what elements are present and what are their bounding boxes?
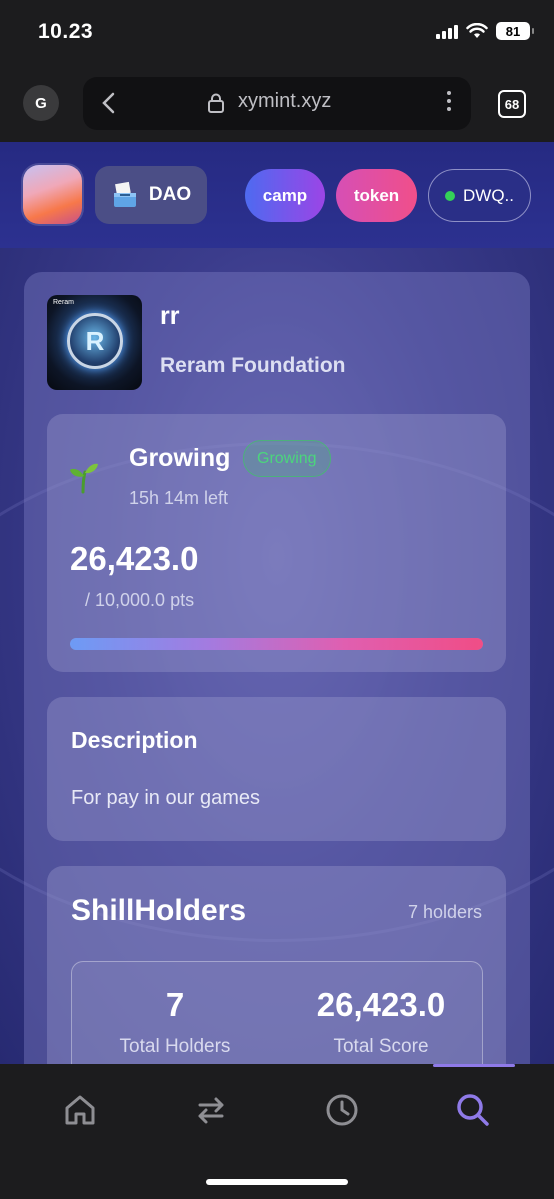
- account-avatar[interactable]: G: [23, 85, 59, 121]
- wallet-address: DWQ..: [463, 185, 514, 205]
- lock-icon: [208, 93, 224, 113]
- token-image-emblem: R: [67, 313, 123, 369]
- nav-history[interactable]: [320, 1088, 364, 1132]
- more-menu-icon[interactable]: [447, 91, 451, 111]
- token-image-brand: Reram: [53, 299, 75, 306]
- app-logo[interactable]: [23, 165, 82, 224]
- total-holders-label: Total Holders: [119, 1036, 231, 1057]
- phase-panel: Growing Growing 15h 14m left 26,423.0 / …: [47, 414, 506, 672]
- browser-chrome: 10.23 81 G xymint.xyz 68: [0, 0, 554, 142]
- status-time: 10.23: [38, 20, 94, 43]
- signal-icon: [436, 23, 458, 39]
- token-button[interactable]: token: [336, 169, 417, 222]
- dao-label: DAO: [148, 184, 192, 205]
- token-organization[interactable]: Reram Foundation: [160, 354, 346, 378]
- back-icon[interactable]: [101, 91, 117, 115]
- current-score: 26,423.0: [70, 540, 199, 577]
- score-target: / 10,000.0 pts: [85, 590, 195, 610]
- holders-stats: 7 Total Holders 26,423.0 Total Score: [71, 961, 483, 1064]
- phase-badge: Growing: [243, 440, 331, 477]
- total-holders-value: 7: [165, 986, 185, 1023]
- description-title: Description: [71, 727, 198, 753]
- app-viewport: DAO camp token DWQ.. Reram R rr Reram Fo…: [0, 142, 554, 1064]
- description-text: For pay in our games: [71, 787, 260, 809]
- dao-button[interactable]: DAO: [95, 166, 207, 224]
- search-icon: [457, 1094, 489, 1126]
- nav-swap[interactable]: [189, 1088, 233, 1132]
- wallet-button[interactable]: DWQ..: [428, 169, 531, 222]
- token-image: Reram R: [47, 295, 142, 390]
- active-tab-indicator: [433, 1064, 515, 1067]
- url-bar[interactable]: xymint.xyz: [83, 77, 471, 130]
- wifi-icon: [466, 23, 488, 38]
- status-icons: 81: [436, 22, 534, 40]
- url-text: xymint.xyz: [238, 90, 332, 112]
- time-left: 15h 14m left: [129, 488, 229, 508]
- tabs-button[interactable]: 68: [498, 90, 526, 118]
- total-score-label: Total Score: [333, 1036, 429, 1057]
- nav-home[interactable]: [58, 1088, 102, 1132]
- home-indicator: [206, 1179, 348, 1185]
- description-panel: Description For pay in our games: [47, 697, 506, 841]
- phase-title: Growing: [129, 444, 231, 472]
- total-score-value: 26,423.0: [316, 986, 446, 1023]
- shill-holders-title: ShillHolders: [71, 894, 247, 927]
- home-icon: [65, 1095, 95, 1125]
- shill-holders-panel: ShillHolders 7 holders 7 Total Holders 2…: [47, 866, 506, 1064]
- ballot-box-icon: [113, 181, 136, 207]
- battery-indicator: 81: [496, 22, 534, 40]
- sprout-icon: [70, 463, 98, 494]
- progress-bar: [70, 638, 483, 650]
- nav-search[interactable]: [451, 1088, 495, 1132]
- app-header: DAO camp token DWQ..: [0, 142, 554, 248]
- swap-icon: [198, 1097, 224, 1124]
- progress-fill: [70, 638, 483, 650]
- camp-button[interactable]: camp: [245, 169, 325, 222]
- connected-status-dot: [445, 190, 455, 201]
- holders-count: 7 holders: [407, 902, 482, 922]
- token-name: rr: [160, 302, 180, 330]
- token-card: Reram R rr Reram Foundation Growing Grow…: [24, 272, 530, 1064]
- history-icon: [326, 1094, 358, 1126]
